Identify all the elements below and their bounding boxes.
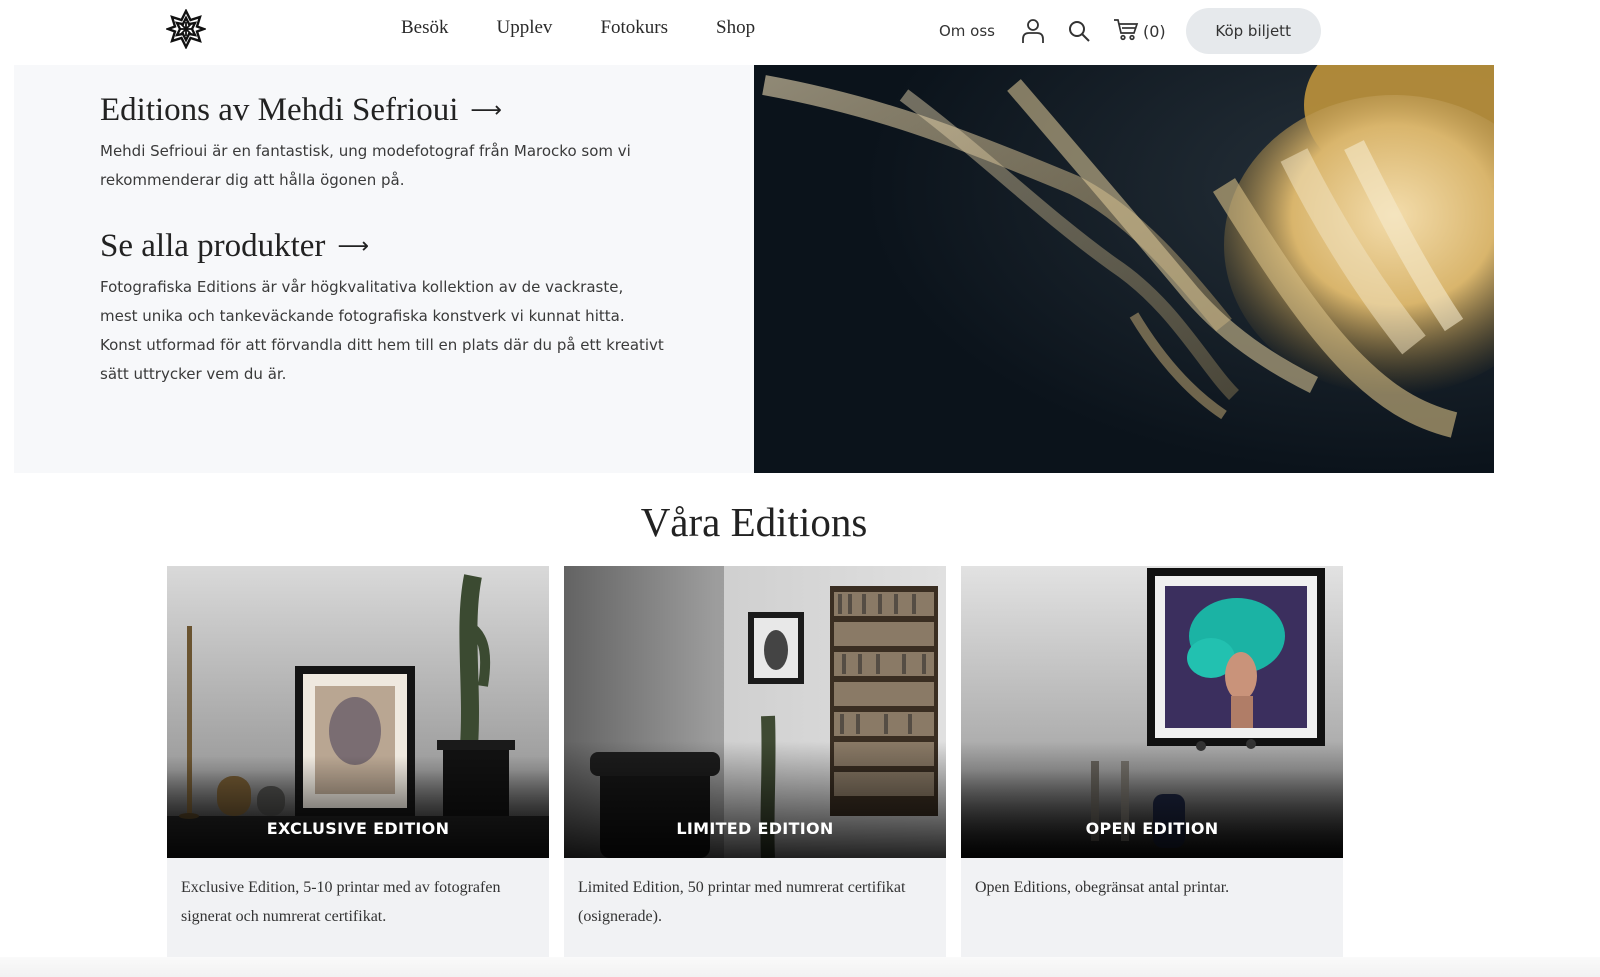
hero-title-products[interactable]: Se alla produkter ⟶ [100,228,664,265]
nav-besok[interactable]: Besök [401,17,449,39]
user-icon[interactable] [1021,18,1045,44]
editions-cards: EXCLUSIVE EDITION Exclusive Edition, 5-1… [167,566,1343,960]
page-bottom-edge [0,957,1600,977]
card-description: Exclusive Edition, 5-10 printar med av f… [167,858,549,931]
card-description: Open Editions, obegränsat antal printar. [961,858,1343,902]
card-label[interactable]: OPEN EDITION [961,819,1343,838]
cart-count: (0) [1143,21,1166,41]
cart-icon [1113,17,1139,46]
card-label[interactable]: EXCLUSIVE EDITION [167,819,549,838]
hero-text-line: rekommenderar dig att hålla ögonen på. [100,171,405,189]
hero-text-line: Fotografiska Editions är vår högkvalitat… [100,278,624,296]
section-title: Våra Editions [640,499,868,545]
hero-title-text[interactable]: Editions av Mehdi Sefrioui [100,92,458,129]
hero-description-mehdi: Mehdi Sefrioui är en fantastisk, ung mod… [100,137,631,195]
hero-description-products: Fotografiska Editions är vår högkvalitat… [100,273,664,389]
hero-title-text[interactable]: Se alla produkter [100,228,325,265]
hero-text-line: sätt uttrycker vem du är. [100,365,287,383]
card-text-line: Limited Edition, 50 printar med numrerat… [578,879,906,896]
nav-shop[interactable]: Shop [716,17,755,39]
search-icon[interactable] [1067,19,1091,43]
card-description: Limited Edition, 50 printar med numrerat… [564,858,946,931]
arrow-right-icon[interactable]: ⟶ [470,98,502,123]
hero-block-products: Se alla produkter ⟶ Fotografiska Edition… [100,228,664,389]
hero-title-mehdi[interactable]: Editions av Mehdi Sefrioui ⟶ [100,92,631,129]
jellyfish-photo [754,65,1494,473]
hero-block-mehdi: Editions av Mehdi Sefrioui ⟶ Mehdi Sefri… [100,92,631,195]
cart-button[interactable]: (0) [1113,17,1166,46]
card-text-line: Exclusive Edition, 5-10 printar med av f… [181,879,501,896]
nav-upplev[interactable]: Upplev [497,17,553,39]
main-nav: Besök Upplev Fotokurs Shop [401,17,755,39]
exclusive-edition-photo[interactable]: EXCLUSIVE EDITION [167,566,549,858]
card-text-line: Open Editions, obegränsat antal printar. [975,879,1230,896]
card-open-edition[interactable]: OPEN EDITION Open Editions, obegränsat a… [961,566,1343,960]
limited-edition-photo[interactable]: LIMITED EDITION [564,566,946,858]
open-edition-photo[interactable]: OPEN EDITION [961,566,1343,858]
hero-text-line: Mehdi Sefrioui är en fantastisk, ung mod… [100,142,631,160]
card-text-line: (osignerade). [578,908,662,925]
card-label[interactable]: LIMITED EDITION [564,819,946,838]
nav-fotokurs[interactable]: Fotokurs [600,17,668,39]
arrow-right-icon[interactable]: ⟶ [337,234,369,259]
hero-text-panel: Editions av Mehdi Sefrioui ⟶ Mehdi Sefri… [14,65,754,473]
site-header: Besök Upplev Fotokurs Shop Om oss (0) Kö… [0,0,1600,65]
header-actions: Om oss (0) Köp biljett [939,8,1321,54]
card-limited-edition[interactable]: LIMITED EDITION Limited Edition, 50 prin… [564,566,946,960]
hero-text-line: mest unika och tankeväckande fotografisk… [100,307,625,325]
buy-ticket-button[interactable]: Köp biljett [1185,8,1321,54]
card-exclusive-edition[interactable]: EXCLUSIVE EDITION Exclusive Edition, 5-1… [167,566,549,960]
about-link[interactable]: Om oss [939,22,995,40]
star-ornament-icon[interactable] [164,8,208,50]
hero-text-line: Konst utformad för att förvandla ditt he… [100,336,664,354]
card-text-line: signerat och numrerat certifikat. [181,908,387,925]
